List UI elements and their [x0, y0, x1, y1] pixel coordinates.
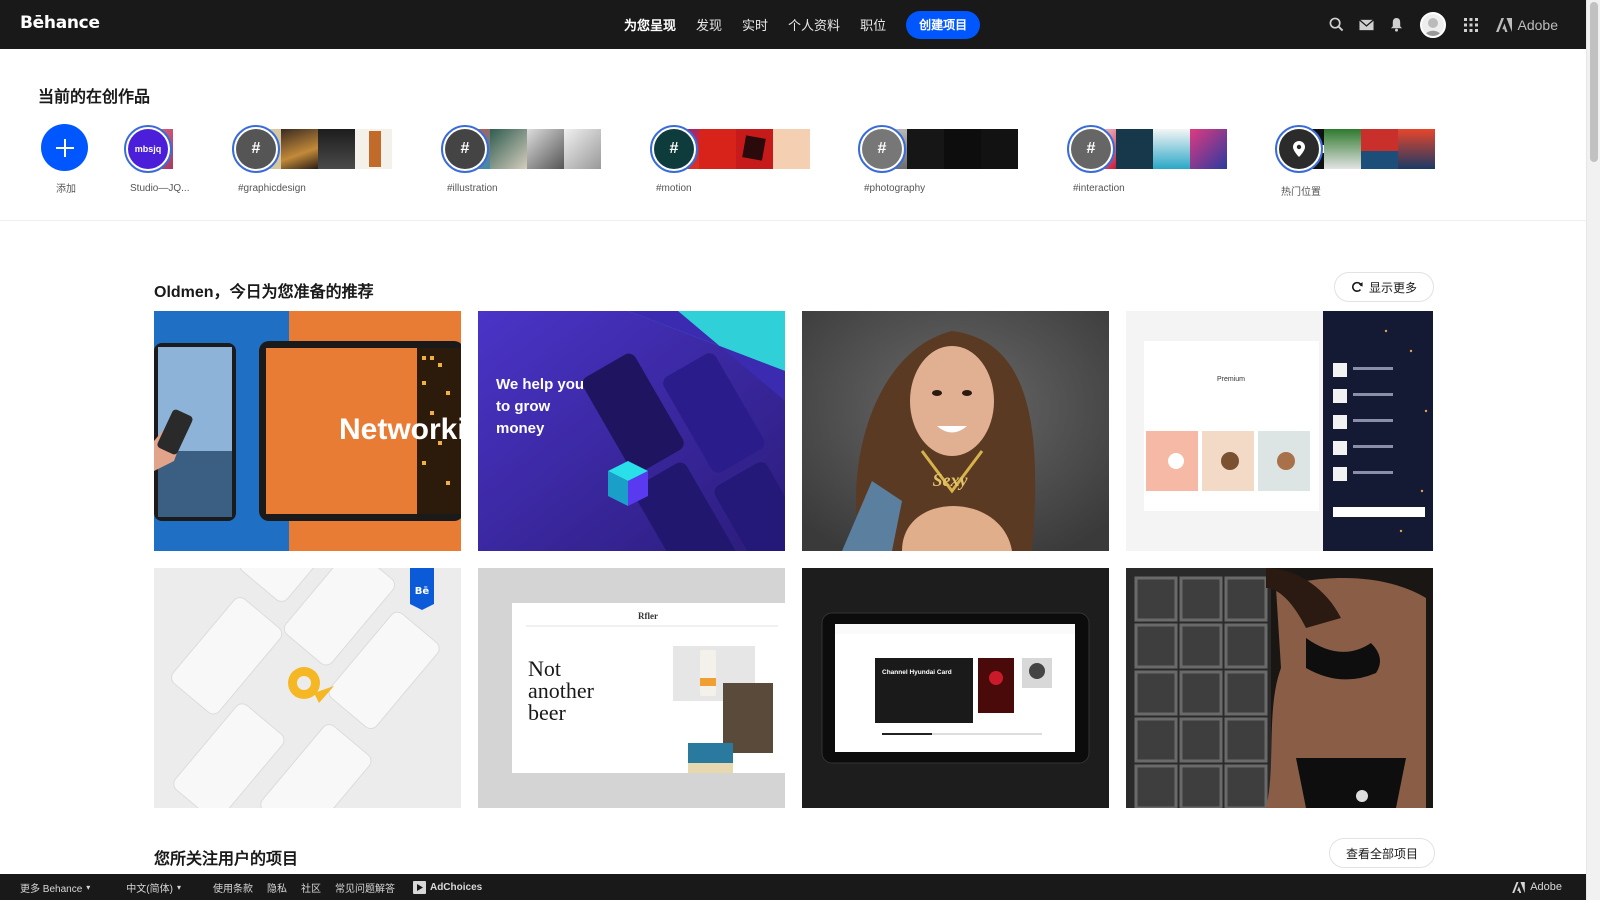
caret-down-icon: ▾	[176, 882, 181, 892]
nav-discover[interactable]: 发现	[696, 15, 722, 34]
wip-label: 热门位置	[1281, 187, 1321, 198]
wip-label: #illustration	[447, 183, 498, 194]
wip-label: #photography	[864, 183, 926, 194]
card-line: money	[496, 420, 545, 437]
recommendations-grid: Networki We help you to grow money Sexy …	[154, 311, 1434, 808]
card-brand: Rfler	[638, 611, 658, 621]
footer-adchoices[interactable]: AdChoices	[412, 880, 482, 894]
wip-label: #motion	[656, 183, 692, 194]
card-text: Premium	[1217, 376, 1245, 383]
behance-logo[interactable]: Bēhance	[20, 13, 100, 33]
wip-item-graphicdesign[interactable]: # #graphicdesign	[232, 125, 402, 195]
card-text: Networki	[339, 413, 461, 446]
wip-avatar: mbsjq	[124, 125, 172, 173]
bell-icon[interactable]	[1388, 16, 1406, 34]
wip-thumb	[1361, 129, 1398, 169]
create-project-button[interactable]: 创建项目	[906, 10, 981, 39]
wip-avatar: #	[858, 125, 906, 173]
project-card[interactable]: Bē	[154, 568, 461, 808]
wip-avatar: #	[232, 125, 280, 173]
wip-item-illustration[interactable]: # #illustration	[441, 125, 621, 195]
wip-thumb	[907, 129, 944, 169]
wip-thumb	[318, 129, 355, 169]
project-card[interactable]: Premium	[1126, 311, 1433, 551]
following-title: 您所关注用户的项目	[154, 851, 299, 868]
footer-link-faq[interactable]: 常见问题解答	[335, 880, 395, 895]
card-line: We help you	[496, 376, 584, 393]
project-card[interactable]: Channel Hyundai Card	[802, 568, 1109, 808]
card-text: Sexy	[933, 470, 969, 490]
project-card[interactable]: We help you to grow money	[478, 311, 785, 551]
card-text: Channel Hyundai Card	[882, 669, 952, 676]
adobe-logo-icon	[1512, 881, 1525, 893]
nav-profile[interactable]: 个人资料	[788, 15, 840, 34]
location-pin-icon	[1293, 141, 1305, 157]
scrollbar-thumb[interactable]	[1590, 2, 1598, 162]
wip-label: #graphicdesign	[238, 183, 306, 194]
wip-thumb	[355, 129, 392, 169]
wip-item-studio[interactable]: retty mbsjq Studio—JQ...	[124, 125, 204, 195]
wip-item-motion[interactable]: # #motion	[650, 125, 830, 195]
wip-thumb	[981, 129, 1018, 169]
wip-thumb	[699, 129, 736, 169]
nav-for-you[interactable]: 为您呈现	[624, 15, 676, 34]
page-scrollbar[interactable]	[1586, 0, 1600, 900]
adchoices-icon	[412, 880, 426, 894]
wip-thumb	[1324, 129, 1361, 169]
footer-language-select[interactable]: 中文(简体) ▾	[126, 880, 181, 895]
mail-icon[interactable]	[1358, 16, 1376, 34]
wip-thumb	[1398, 129, 1435, 169]
wip-item-interaction[interactable]: # #interaction	[1067, 125, 1247, 195]
adobe-link[interactable]: Adobe	[1495, 17, 1558, 33]
wip-thumb	[281, 129, 318, 169]
top-navigation-bar: Bēhance 为您呈现 发现 实时 个人资料 职位 创建项目 Adobe	[0, 0, 1586, 49]
wip-thumb	[1116, 129, 1153, 169]
nav-live[interactable]: 实时	[742, 15, 768, 34]
wip-thumb	[944, 129, 981, 169]
wip-avatar: #	[1067, 125, 1115, 173]
nav-jobs[interactable]: 职位	[860, 15, 886, 34]
wip-thumb	[1190, 129, 1227, 169]
wip-thumb	[527, 129, 564, 169]
footer-adobe[interactable]: Adobe	[1512, 874, 1562, 900]
wip-thumb	[564, 129, 601, 169]
wip-thumb	[490, 129, 527, 169]
wip-item-photography[interactable]: # #photography	[858, 125, 1043, 195]
nav-icons: Adobe	[1316, 0, 1558, 49]
refresh-icon	[1352, 281, 1363, 292]
wip-thumb	[773, 129, 810, 169]
view-all-projects-button[interactable]: 查看全部项目	[1329, 838, 1436, 868]
caret-down-icon: ▾	[86, 882, 91, 892]
footer-link-privacy[interactable]: 隐私	[267, 880, 287, 895]
project-card[interactable]: Rfler Not another beer	[478, 568, 785, 808]
project-card[interactable]: Sexy	[802, 311, 1109, 551]
show-more-button[interactable]: 显示更多	[1334, 272, 1435, 302]
card-badge: Bē	[415, 586, 430, 597]
wip-thumb	[1153, 129, 1190, 169]
search-icon[interactable]	[1328, 16, 1346, 34]
footer-link-community[interactable]: 社区	[301, 880, 321, 895]
wip-avatar	[1275, 125, 1323, 173]
footer-link-terms[interactable]: 使用条款	[213, 880, 253, 895]
in-progress-strip: retty mbsjq Studio—JQ... # #graphicdesig…	[0, 120, 1586, 220]
wip-avatar: #	[441, 125, 489, 173]
footer-bar: 更多 Behance ▾ 中文(简体) ▾ 使用条款 隐私 社区 常见问题解答 Ad…	[0, 874, 1586, 900]
wip-label: #interaction	[1073, 183, 1125, 194]
project-card[interactable]	[1126, 568, 1433, 808]
wip-avatar: #	[650, 125, 698, 173]
card-line: to grow	[496, 398, 550, 415]
adobe-logo-icon	[1495, 17, 1512, 32]
footer-more-behance[interactable]: 更多 Behance ▾	[20, 880, 90, 895]
in-progress-title: 当前的在创作品	[38, 89, 151, 106]
project-card[interactable]: Networki	[154, 311, 461, 551]
wip-item-popular-places[interactable]: 热门位置	[1275, 125, 1455, 198]
user-avatar[interactable]	[1419, 11, 1446, 38]
wip-label: Studio—JQ...	[130, 183, 190, 194]
card-line: beer	[528, 700, 567, 725]
wip-thumb	[736, 129, 773, 169]
apps-grid-icon[interactable]	[1462, 16, 1480, 34]
main-nav: 为您呈现 发现 实时 个人资料 职位 创建项目	[624, 0, 981, 49]
section-divider	[0, 220, 1586, 221]
recommendations-title: Oldmen，今日为您准备的推荐	[154, 284, 374, 301]
